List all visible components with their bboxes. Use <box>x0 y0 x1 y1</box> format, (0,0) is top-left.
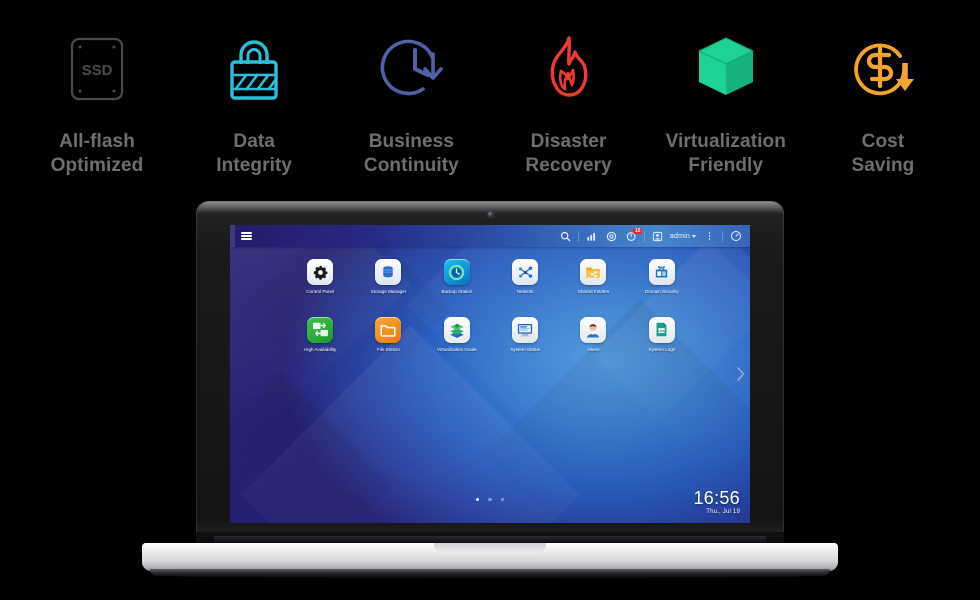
page-root: SSD All-flash Optimized Data Integrity B… <box>0 0 980 600</box>
app-backup-station[interactable]: Backup Station <box>423 259 491 295</box>
taskbar-divider <box>643 230 645 242</box>
page-dot-3[interactable] <box>500 497 505 501</box>
taskbar-divider <box>722 230 723 242</box>
desktop-clock: 16:56 Thu., Jul 19 <box>693 488 740 516</box>
app-label: Network <box>516 289 534 294</box>
page-dot-2[interactable] <box>488 497 492 501</box>
laptop-mockup: 10 admin Control Panel Storage Manager B… <box>0 195 980 600</box>
feature-highlights: SSD All-flash Optimized Data Integrity B… <box>0 0 980 195</box>
chevron-down-icon[interactable] <box>692 234 696 238</box>
log-file-icon: LOG <box>648 316 675 343</box>
shared-folder-icon <box>580 259 607 285</box>
laptop-screen: 10 admin Control Panel Storage Manager B… <box>230 225 750 523</box>
resource-monitor-icon[interactable] <box>582 227 601 246</box>
feature-data-integrity: Data Integrity <box>181 0 327 195</box>
feature-cost-saving: Cost Saving <box>810 0 956 195</box>
taskbar-actions: 10 admin <box>556 225 750 247</box>
clock-time: 16:56 <box>693 488 740 508</box>
feature-label: Data Integrity <box>216 131 293 177</box>
app-high-availability[interactable]: High Availability <box>286 316 354 353</box>
app-label: Domain Security <box>644 289 679 294</box>
app-label: Backup Station <box>441 289 473 294</box>
network-nodes-icon <box>512 259 539 285</box>
laptop-base-shadow <box>178 574 802 578</box>
hamburger-menu-icon[interactable] <box>235 225 257 247</box>
page-dot-1[interactable] <box>475 497 480 501</box>
app-label: Control Panel <box>306 289 335 294</box>
padlock-icon <box>221 30 287 108</box>
app-label: Shared Folders <box>577 289 610 294</box>
app-file-station[interactable]: File Station <box>354 316 422 353</box>
feature-label: Disaster Recovery <box>525 131 612 177</box>
taskbar-divider <box>577 230 579 242</box>
clock-backup-icon <box>443 259 470 285</box>
app-label: Storage Manager <box>370 289 407 294</box>
flame-icon <box>539 30 599 108</box>
app-control-panel[interactable]: Control Panel <box>286 259 354 295</box>
ssd-badge-text: SSD <box>82 62 113 79</box>
database-icon <box>375 259 402 285</box>
kebab-menu-icon[interactable] <box>700 227 719 246</box>
desktop-taskbar: 10 admin <box>230 225 750 247</box>
vm-stack-icon <box>443 316 470 343</box>
domain-shield-icon <box>648 259 675 285</box>
feature-label: Virtualization Friendly <box>665 131 786 177</box>
feature-disaster-recovery: Disaster Recovery <box>496 0 642 195</box>
user-name-label[interactable]: admin <box>670 233 690 240</box>
laptop-base-notch <box>434 543 546 554</box>
cube-icon <box>693 30 759 108</box>
page-indicator-dots <box>230 497 750 501</box>
search-icon[interactable] <box>556 227 575 246</box>
chevron-right-icon[interactable] <box>736 367 745 381</box>
clock-rotate-icon <box>375 30 447 108</box>
gear-icon <box>307 259 334 285</box>
support-icon[interactable] <box>602 227 621 246</box>
feature-virtualization-friendly: Virtualization Friendly <box>653 0 799 195</box>
user-person-icon <box>580 316 607 343</box>
feature-all-flash-optimized: SSD All-flash Optimized <box>24 0 170 195</box>
app-system-logs[interactable]: LOG System Logs <box>628 316 696 353</box>
notification-bell-icon[interactable]: 10 <box>622 227 642 246</box>
app-system-status[interactable]: System Status <box>491 316 559 353</box>
app-label: File Station <box>377 346 400 352</box>
app-label: Virtualization Guide <box>436 346 477 352</box>
user-avatar-icon[interactable] <box>648 227 667 246</box>
ssd-drive-icon: SSD <box>69 30 125 108</box>
laptop-lid: 10 admin Control Panel Storage Manager B… <box>196 201 784 546</box>
svg-text:LOG: LOG <box>658 329 665 333</box>
feature-business-continuity: Business Continuity <box>338 0 484 195</box>
folder-icon <box>375 316 402 343</box>
app-label: Users <box>587 346 600 352</box>
clock-date: Thu., Jul 19 <box>706 509 740 515</box>
app-virtualization-guide[interactable]: Virtualization Guide <box>423 316 491 353</box>
app-network[interactable]: Network <box>491 259 559 295</box>
feature-label: All-flash Optimized <box>50 131 144 177</box>
nas-desktop: 10 admin Control Panel Storage Manager B… <box>230 225 750 523</box>
desktop-icon-grid: Control Panel Storage Manager Backup Sta… <box>286 259 696 352</box>
notification-badge: 10 <box>633 227 642 234</box>
app-label: System Status <box>510 346 540 352</box>
feature-label: Business Continuity <box>363 131 459 177</box>
dollar-arrow-down-icon <box>848 30 918 108</box>
feature-label: Cost Saving <box>851 131 915 177</box>
ha-sync-icon <box>307 316 334 343</box>
app-shared-folders[interactable]: Shared Folders <box>559 259 627 295</box>
gauge-widget-icon[interactable] <box>726 227 745 246</box>
app-users[interactable]: Users <box>559 316 627 353</box>
app-storage-manager[interactable]: Storage Manager <box>354 259 422 295</box>
monitor-icon <box>512 316 539 343</box>
app-label: System Logs <box>648 346 676 352</box>
app-domain-security[interactable]: Domain Security <box>628 259 696 295</box>
webcam-icon <box>487 212 493 217</box>
laptop-base <box>142 543 838 571</box>
app-label: High Availability <box>304 346 337 352</box>
